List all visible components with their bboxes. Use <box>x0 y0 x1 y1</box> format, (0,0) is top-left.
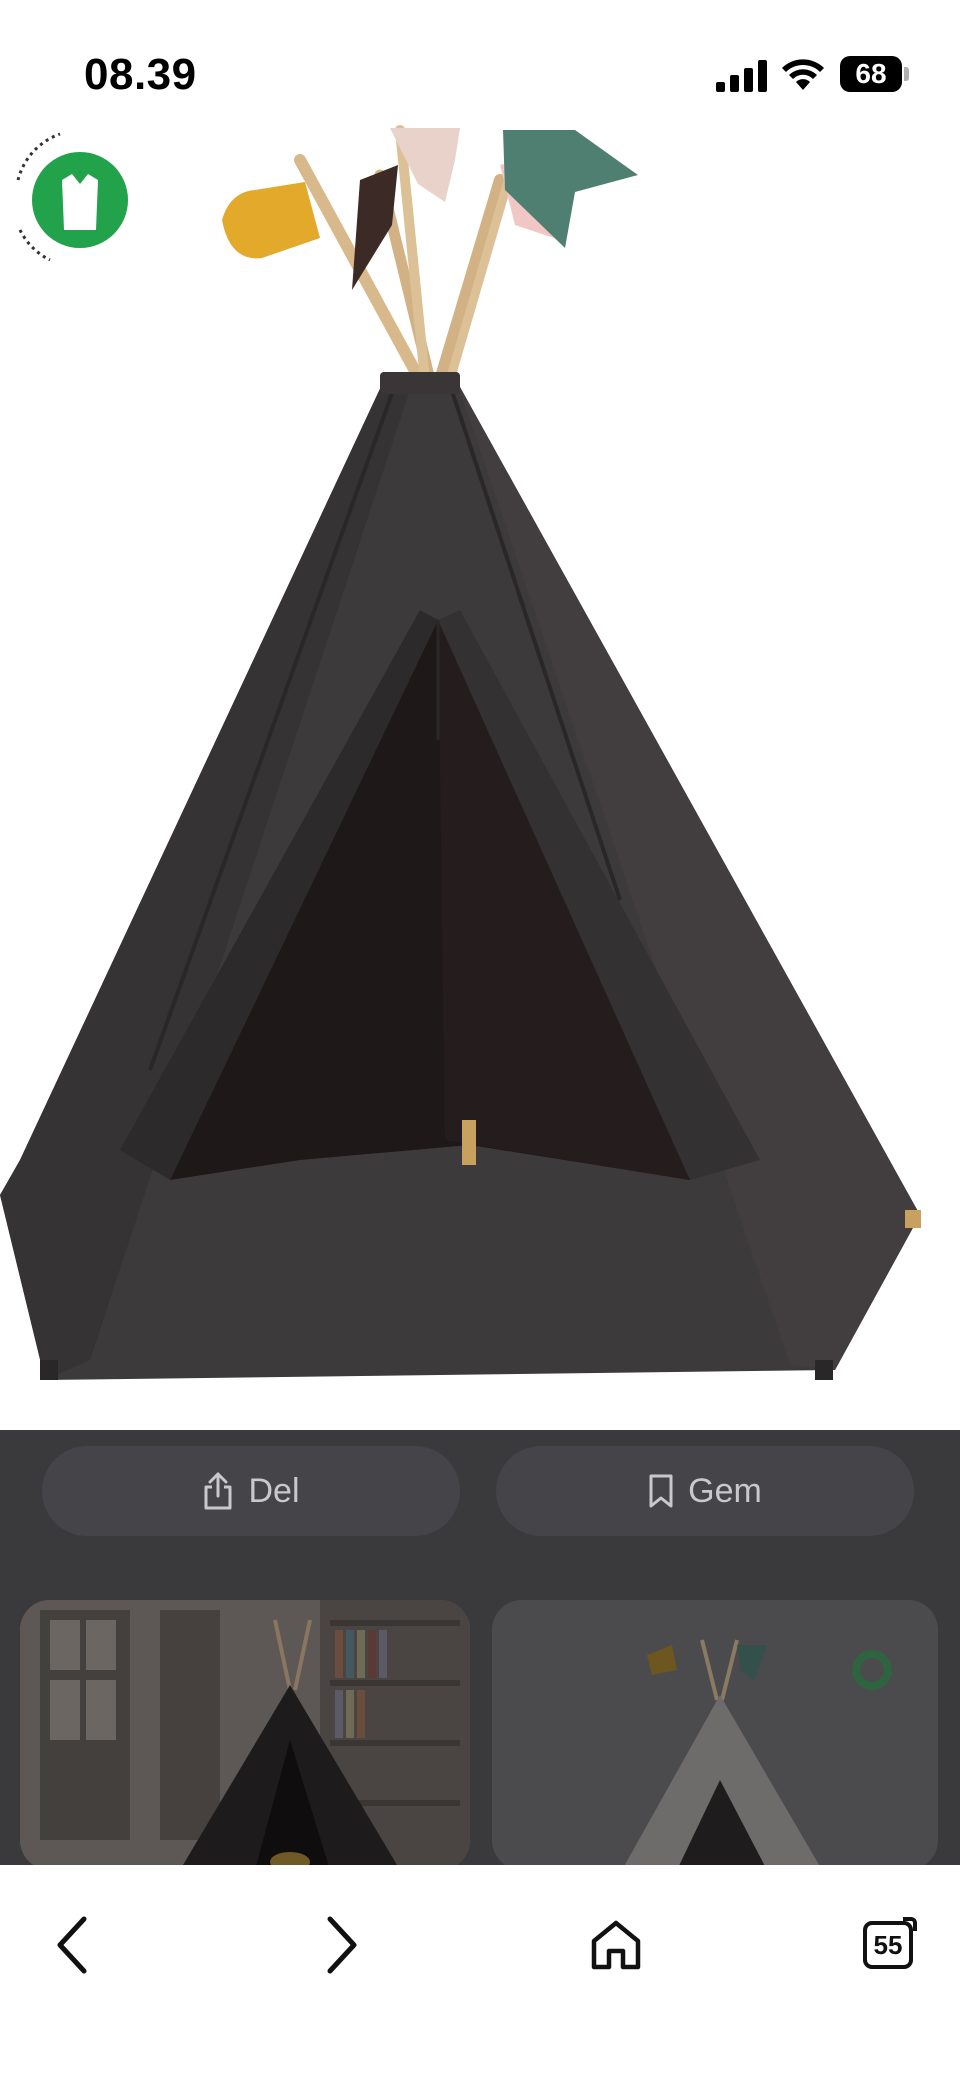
tabs-button[interactable]: 55 <box>848 1905 928 1985</box>
chevron-left-icon <box>57 1916 87 1974</box>
tabs-icon: 55 <box>863 1917 917 1969</box>
save-button[interactable]: Gem <box>496 1446 914 1536</box>
battery-level: 68 <box>855 58 887 89</box>
tab-count: 55 <box>873 1929 903 1960</box>
chevron-right-icon <box>327 1916 357 1974</box>
room-teepee-thumbnail <box>20 1600 470 1865</box>
browser-toolbar: 55 <box>0 1865 960 2079</box>
white-teepee-thumbnail <box>492 1600 938 1865</box>
product-image[interactable] <box>0 120 960 1430</box>
home-icon <box>591 1920 641 1970</box>
bookmark-icon <box>649 1474 673 1508</box>
teepee-tent-illustration <box>0 125 921 1380</box>
status-time: 08.39 <box>84 50 197 99</box>
status-bar: 08.39 68 <box>0 0 960 130</box>
dimmed-overlay: Del Gem <box>0 1430 960 1865</box>
gots-certification-logo <box>13 132 130 267</box>
battery-icon: 68 <box>840 56 910 92</box>
forward-button[interactable] <box>302 1905 382 1985</box>
cellular-signal-icon <box>716 60 767 92</box>
related-image-thumbnail[interactable] <box>492 1600 938 1865</box>
share-button[interactable]: Del <box>42 1446 460 1536</box>
related-image-thumbnail[interactable] <box>20 1600 470 1865</box>
wifi-icon <box>782 59 824 90</box>
back-button[interactable] <box>32 1905 112 1985</box>
share-label: Del <box>248 1471 300 1510</box>
browser-page: 08.39 68 Del Gem 55 <box>0 0 960 2079</box>
share-icon <box>204 1472 232 1510</box>
home-button[interactable] <box>576 1905 656 1985</box>
save-label: Gem <box>688 1471 762 1510</box>
